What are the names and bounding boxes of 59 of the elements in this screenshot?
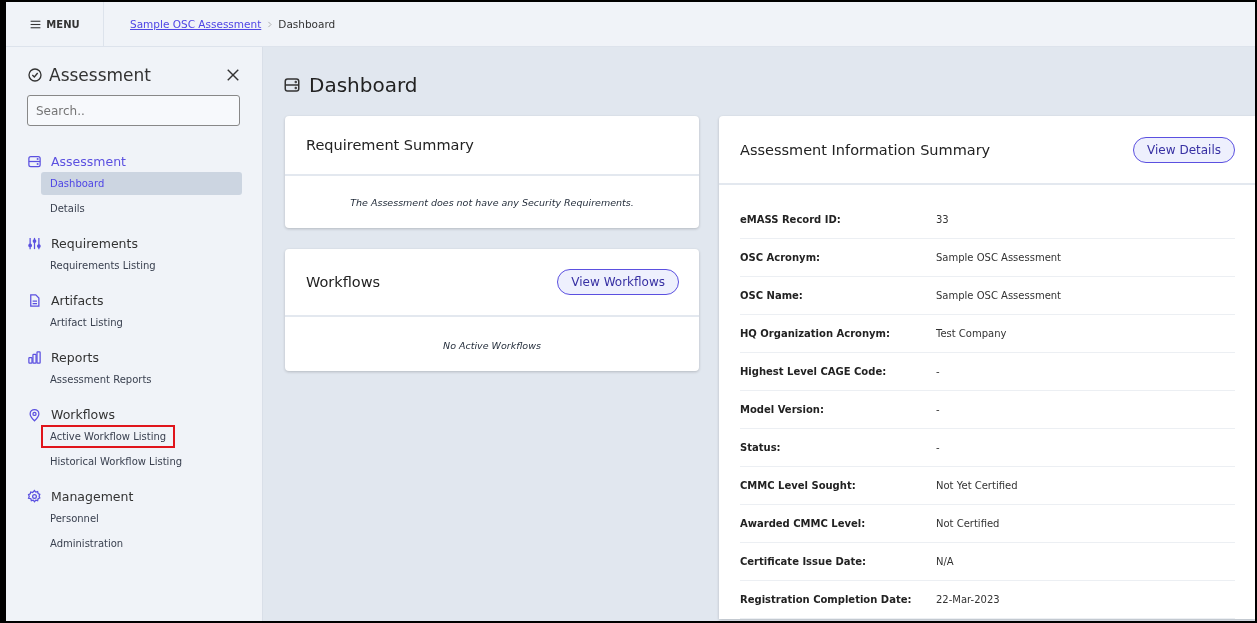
field-value: Not Certified (936, 518, 1000, 529)
field-value: Not Yet Certified (936, 480, 1018, 491)
sidebar-item[interactable]: Historical Workflow Listing (41, 450, 192, 473)
bar-chart-icon (27, 349, 42, 365)
sidebar-item[interactable]: Personnel (41, 507, 108, 530)
field-value: Test Company (936, 328, 1007, 339)
document-icon (27, 292, 42, 308)
field-label: Certificate Issue Date: (740, 556, 867, 567)
nav-section[interactable]: Artifacts (27, 291, 242, 309)
sliders-icon (27, 235, 42, 251)
field-label: HQ Organization Acronym: (740, 328, 891, 339)
card-title: Assessment Information Summary (740, 141, 991, 158)
nav-section[interactable]: Workflows (27, 405, 242, 423)
view-button[interactable]: View Details (1133, 136, 1235, 163)
sidebar-item[interactable]: Dashboard (41, 172, 242, 195)
card-title: Requirement Summary (306, 137, 474, 153)
check-circle-icon (27, 67, 43, 83)
location-pin-icon (27, 406, 42, 422)
sidebar-item[interactable]: Assessment Reports (41, 368, 161, 391)
sidebar-title: Assessment (49, 65, 151, 85)
field-label: Model Version: (740, 404, 825, 415)
nav-section[interactable]: Reports (27, 348, 242, 366)
page-title: Dashboard (309, 73, 418, 97)
sidebar-item[interactable]: Active Workflow Listing (41, 425, 176, 448)
empty-message: The Assessment does not have any Security Requirements. (349, 196, 635, 210)
nav-section[interactable]: Assessment (27, 152, 242, 170)
field-label: OSC Name: (740, 290, 804, 301)
field-label: Status: (740, 442, 782, 453)
gear-icon (27, 488, 42, 504)
sidebar-item[interactable]: Administration (41, 532, 133, 555)
nav-section[interactable]: Management (27, 487, 242, 505)
server-icon (283, 76, 301, 94)
sidebar-item[interactable]: Artifact Listing (41, 311, 132, 334)
card-title: Workflows (306, 274, 381, 290)
breadcrumb-current: Dashboard (278, 18, 336, 30)
view-button[interactable]: View Workflows (557, 269, 679, 295)
field-label: OSC Acronym: (740, 252, 822, 263)
field-value: 33 (936, 214, 949, 225)
field-value: - (936, 442, 940, 453)
field-value: Sample OSC Assessment (936, 252, 1062, 263)
nav-section[interactable]: Requirements (27, 234, 242, 252)
field-value: Sample OSC Assessment (936, 290, 1062, 301)
field-label: CMMC Level Sought: (740, 480, 857, 491)
field-label: eMASS Record ID: (740, 214, 842, 225)
breadcrumb-link[interactable]: Sample OSC Assessment (130, 18, 262, 30)
menu-button[interactable]: MENU (6, 2, 104, 46)
field-label: Highest Level CAGE Code: (740, 366, 888, 377)
sidebar-item[interactable]: Details (41, 197, 94, 220)
empty-message: No Active Workflows (442, 339, 542, 353)
server-icon (27, 153, 42, 169)
search-field[interactable]: Search.. (27, 95, 240, 126)
chevron-icon (265, 19, 275, 29)
field-value: 22-Mar-2023 (936, 594, 1000, 605)
field-label: Awarded CMMC Level: (740, 518, 867, 529)
field-label: Registration Completion Date: (740, 594, 913, 605)
field-value: - (936, 404, 940, 415)
field-value: - (936, 366, 940, 377)
sidebar-item[interactable]: Requirements Listing (41, 254, 165, 277)
field-value: N/A (936, 556, 954, 567)
